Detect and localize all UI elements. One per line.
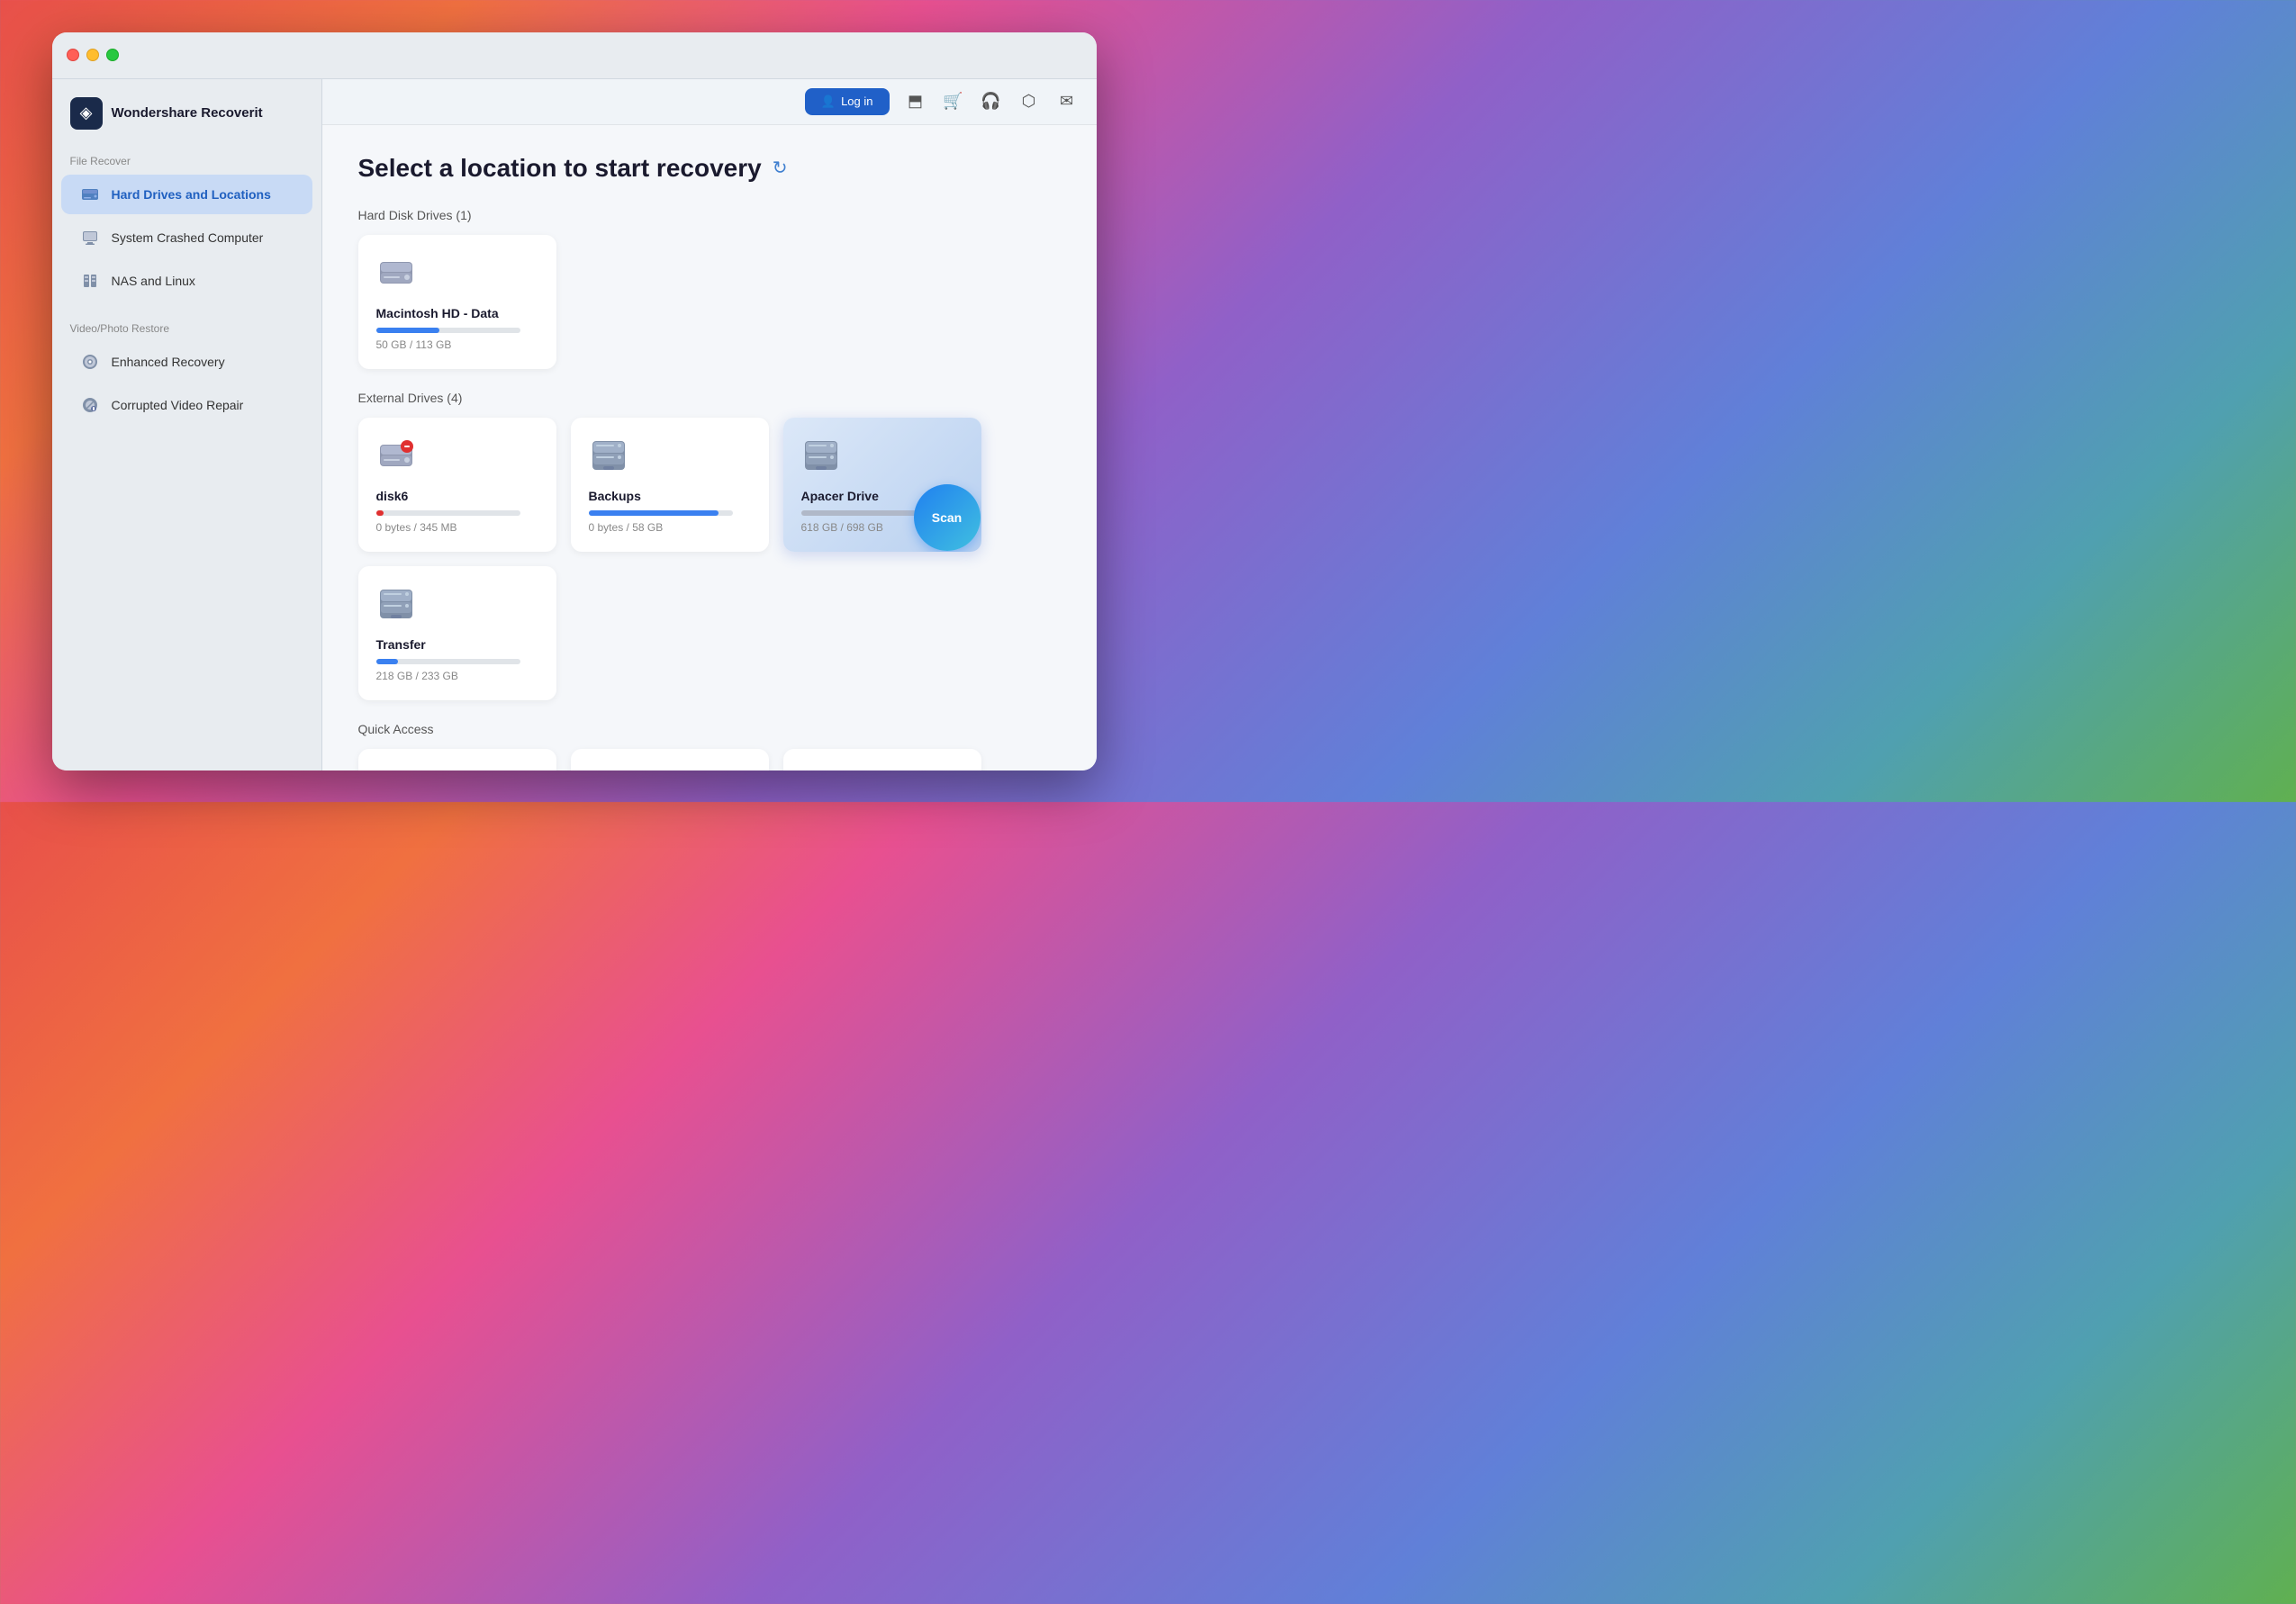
disk6-drive-icon — [376, 436, 416, 475]
scan-button[interactable]: Scan — [914, 484, 981, 551]
shield-icon[interactable]: ⬡ — [1017, 90, 1041, 113]
top-bar: 👤 Log in ⬒ 🛒 🎧 ⬡ ✉ — [322, 79, 1097, 125]
enhanced-recovery-icon — [79, 351, 101, 373]
file-recover-label: File Recover — [52, 148, 321, 173]
minimize-button[interactable] — [86, 49, 99, 61]
drive-card-backups[interactable]: Backups 0 bytes / 58 GB — [571, 418, 769, 552]
app-window: ◈ Wondershare Recoverit File Recover Har… — [52, 32, 1097, 770]
backups-icon-area — [589, 436, 628, 480]
drive-icon-area — [376, 253, 416, 297]
page-header: Select a location to start recovery ↻ — [358, 154, 1061, 183]
sign-in-icon[interactable]: ⬒ — [904, 90, 927, 113]
external-drives-grid: disk6 0 bytes / 345 MB — [358, 418, 1061, 552]
mail-icon[interactable]: ✉ — [1055, 90, 1079, 113]
hard-drives-label: Hard Drives and Locations — [112, 187, 271, 202]
login-label: Log in — [841, 95, 872, 108]
apacer-name: Apacer Drive — [801, 489, 879, 503]
maximize-button[interactable] — [106, 49, 119, 61]
transfer-progress-fill — [376, 659, 398, 664]
cart-icon[interactable]: 🛒 — [942, 90, 965, 113]
login-button[interactable]: 👤 Log in — [805, 88, 890, 115]
backups-progress-fill — [589, 510, 719, 516]
backups-drive-icon — [589, 436, 628, 475]
corrupted-video-label: Corrupted Video Repair — [112, 398, 244, 412]
quick-access-grid: Disk Image — [358, 749, 1061, 770]
drive-card-macintosh[interactable]: Macintosh HD - Data 50 GB / 113 GB — [358, 235, 556, 369]
external-section-title: External Drives (4) — [358, 391, 1061, 405]
system-crashed-label: System Crashed Computer — [112, 230, 264, 245]
scan-overlay: Scan — [914, 484, 981, 552]
timemachine-icon — [801, 767, 839, 770]
sidebar: ◈ Wondershare Recoverit File Recover Har… — [52, 79, 322, 770]
transfer-icon-area — [376, 584, 416, 628]
drive-card-apacer[interactable]: Apacer Drive 618 GB / 698 GB Scan — [783, 418, 981, 552]
nas-linux-icon — [79, 270, 101, 292]
disk6-progress-fill — [376, 510, 384, 516]
main-area: 👤 Log in ⬒ 🛒 🎧 ⬡ ✉ Select a location to … — [322, 79, 1097, 770]
disk6-name: disk6 — [376, 489, 409, 503]
login-icon: 👤 — [821, 95, 836, 109]
disk-image-icon — [376, 767, 414, 770]
video-photo-label: Video/Photo Restore — [52, 315, 321, 340]
refresh-icon[interactable]: ↻ — [773, 157, 788, 179]
app-logo-icon: ◈ — [70, 97, 103, 130]
quick-access-section-title: Quick Access — [358, 722, 1061, 736]
transfer-name: Transfer — [376, 637, 426, 652]
backups-progress-bg — [589, 510, 733, 516]
disk6-icon-area — [376, 436, 416, 480]
content-area: Select a location to start recovery ↻ Ha… — [322, 125, 1097, 770]
backups-name: Backups — [589, 489, 641, 503]
app-logo: ◈ Wondershare Recoverit — [52, 97, 321, 148]
qa-card-timemachine[interactable]: TimeMachine — [783, 749, 981, 770]
macintosh-progress-fill — [376, 328, 439, 333]
close-button[interactable] — [67, 49, 79, 61]
backups-size: 0 bytes / 58 GB — [589, 521, 664, 534]
qa-card-desktop[interactable]: Desktop — [571, 749, 769, 770]
disk6-size: 0 bytes / 345 MB — [376, 521, 457, 534]
sidebar-item-system-crashed[interactable]: System Crashed Computer — [61, 218, 312, 257]
apacer-drive-icon — [801, 436, 841, 475]
app-name: Wondershare Recoverit — [112, 105, 263, 121]
disk6-progress-bg — [376, 510, 520, 516]
desktop-icon — [589, 767, 627, 770]
hdd-drives-grid: Macintosh HD - Data 50 GB / 113 GB — [358, 235, 1061, 369]
macintosh-size: 50 GB / 113 GB — [376, 338, 452, 351]
sidebar-item-nas-linux[interactable]: NAS and Linux — [61, 261, 312, 301]
transfer-size: 218 GB / 233 GB — [376, 670, 458, 682]
sidebar-item-enhanced-recovery[interactable]: Enhanced Recovery — [61, 342, 312, 382]
corrupted-video-icon — [79, 394, 101, 416]
sidebar-item-hard-drives[interactable]: Hard Drives and Locations — [61, 175, 312, 214]
apacer-progress-fill — [801, 510, 928, 516]
apacer-size: 618 GB / 698 GB — [801, 521, 883, 534]
nas-linux-label: NAS and Linux — [112, 274, 195, 288]
hdd-drive-icon — [376, 253, 416, 293]
macintosh-progress-bg — [376, 328, 520, 333]
qa-card-disk-image[interactable]: Disk Image — [358, 749, 556, 770]
apacer-icon-area — [801, 436, 841, 480]
hard-drives-icon — [79, 184, 101, 205]
system-crashed-icon — [79, 227, 101, 248]
headphone-icon[interactable]: 🎧 — [980, 90, 1003, 113]
drive-card-transfer[interactable]: Transfer 218 GB / 233 GB — [358, 566, 556, 700]
enhanced-recovery-label: Enhanced Recovery — [112, 355, 225, 369]
transfer-progress-bg — [376, 659, 520, 664]
titlebar — [52, 32, 1097, 79]
transfer-drive-row: Transfer 218 GB / 233 GB — [358, 566, 1061, 700]
scan-label: Scan — [932, 510, 962, 525]
sidebar-item-corrupted-video[interactable]: Corrupted Video Repair — [61, 385, 312, 425]
transfer-drive-icon — [376, 584, 416, 624]
hdd-section-title: Hard Disk Drives (1) — [358, 208, 1061, 222]
macintosh-drive-name: Macintosh HD - Data — [376, 306, 499, 320]
page-title: Select a location to start recovery — [358, 154, 762, 183]
drive-card-disk6[interactable]: disk6 0 bytes / 345 MB — [358, 418, 556, 552]
